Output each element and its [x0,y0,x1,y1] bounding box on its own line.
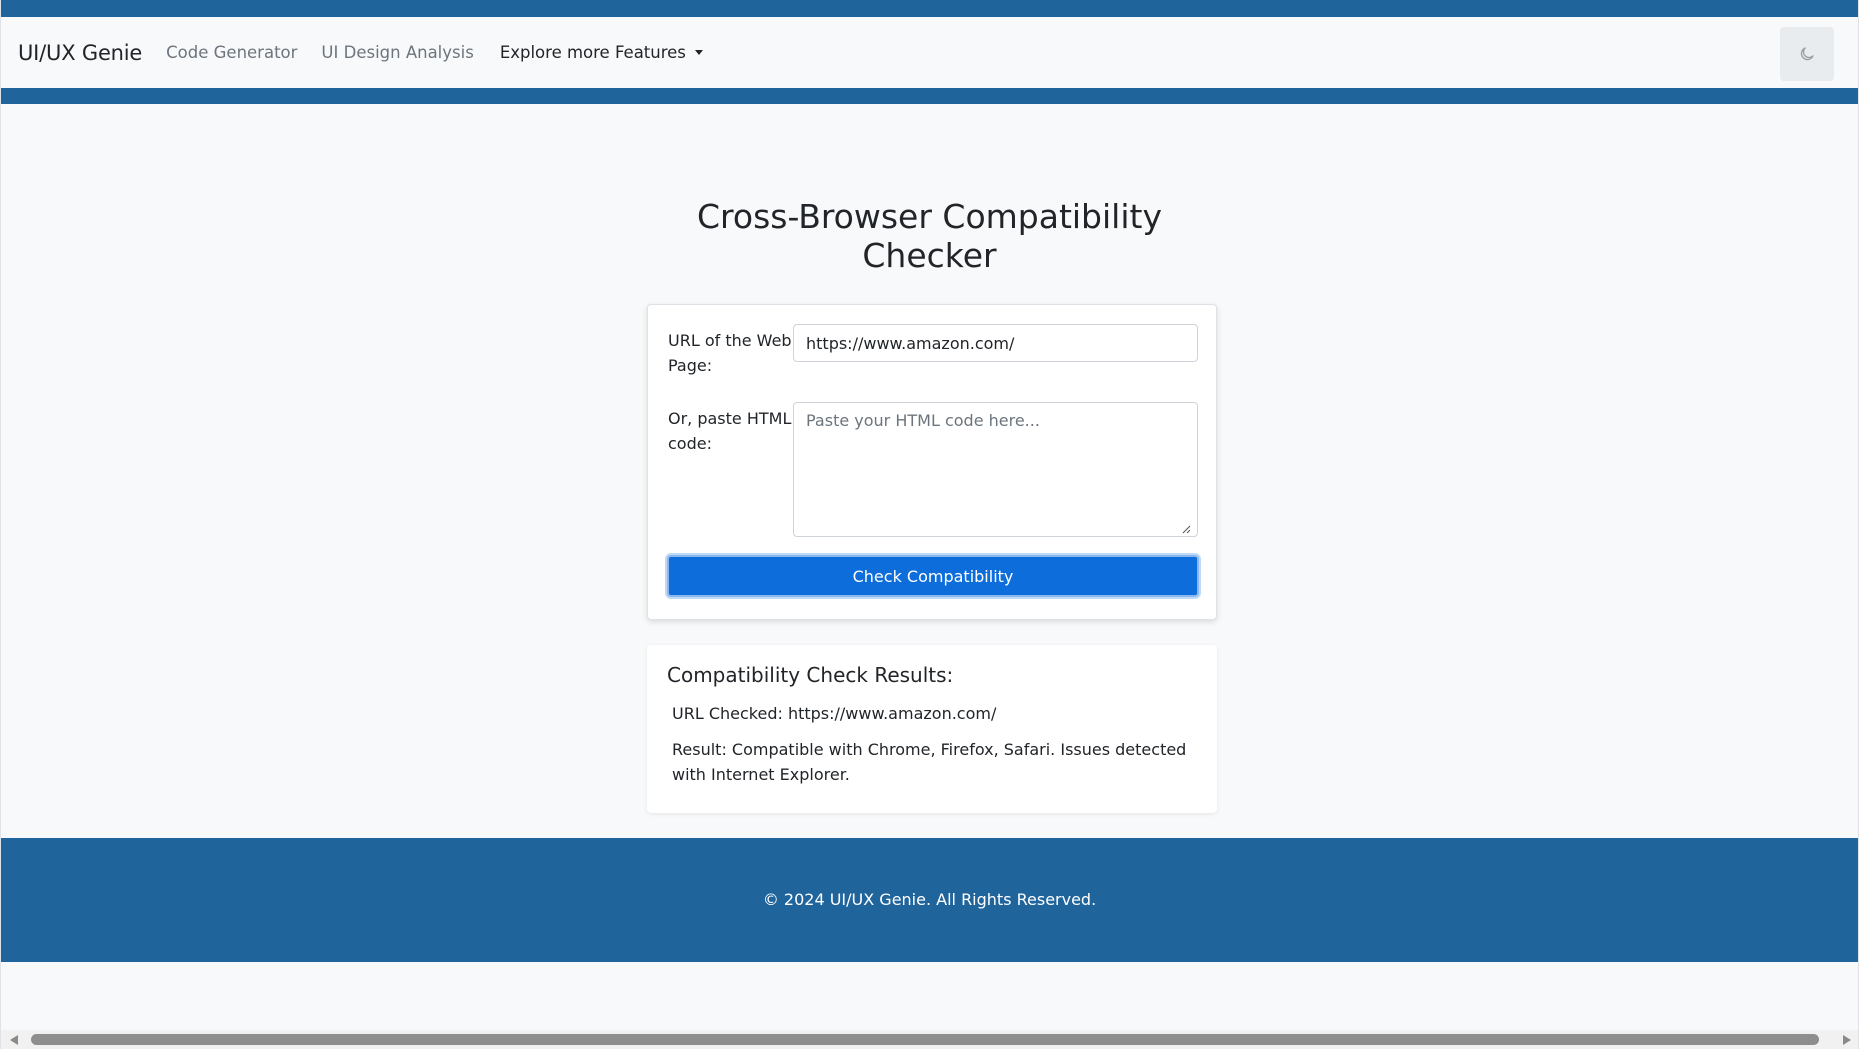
results-heading: Compatibility Check Results: [667,663,954,687]
footer: © 2024 UI/UX Genie. All Rights Reserved. [1,838,1858,962]
explore-features-label: Explore more Features [499,43,686,62]
header-bottom-strip [1,88,1858,104]
url-label: URL of the Web Page: [668,331,792,375]
theme-toggle-button[interactable] [1780,27,1834,81]
html-label: Or, paste HTML code: [668,409,792,453]
scroll-right-arrow-icon[interactable] [1843,1035,1851,1045]
explore-features-dropdown[interactable]: Explore more Features [500,43,703,62]
result-text: Result: Compatible with Chrome, Firefox,… [672,740,1187,784]
scrollbar-thumb[interactable] [31,1034,1819,1045]
page: UI/UX Genie Code Generator UI Design Ana… [0,0,1859,1049]
nav-link-code-generator[interactable]: Code Generator [166,43,297,62]
navbar: UI/UX Genie Code Generator UI Design Ana… [1,17,1858,88]
check-compatibility-button[interactable]: Check Compatibility [667,555,1199,597]
title-container: Cross-Browser Compatibility Checker [1,197,1858,275]
url-checked-text: URL Checked: https://www.amazon.com/ [672,704,997,723]
caret-down-icon [694,50,703,55]
horizontal-scrollbar[interactable] [1,1030,1858,1049]
nav-link-ui-design-analysis[interactable]: UI Design Analysis [321,43,473,62]
page-title: Cross-Browser Compatibility Checker [697,197,1162,275]
brand-link[interactable]: UI/UX Genie [18,41,142,65]
moon-icon [1800,47,1814,61]
header-top-strip [1,0,1858,17]
results-card: Compatibility Check Results: URL Checked… [647,645,1217,813]
html-code-textarea[interactable] [793,402,1198,537]
footer-copyright: © 2024 UI/UX Genie. All Rights Reserved. [762,890,1097,909]
scroll-left-arrow-icon[interactable] [10,1035,18,1045]
resize-grip-icon[interactable] [1181,524,1191,534]
url-input[interactable] [793,324,1198,362]
compatibility-form: URL of the Web Page: Or, paste HTML code… [647,304,1217,620]
